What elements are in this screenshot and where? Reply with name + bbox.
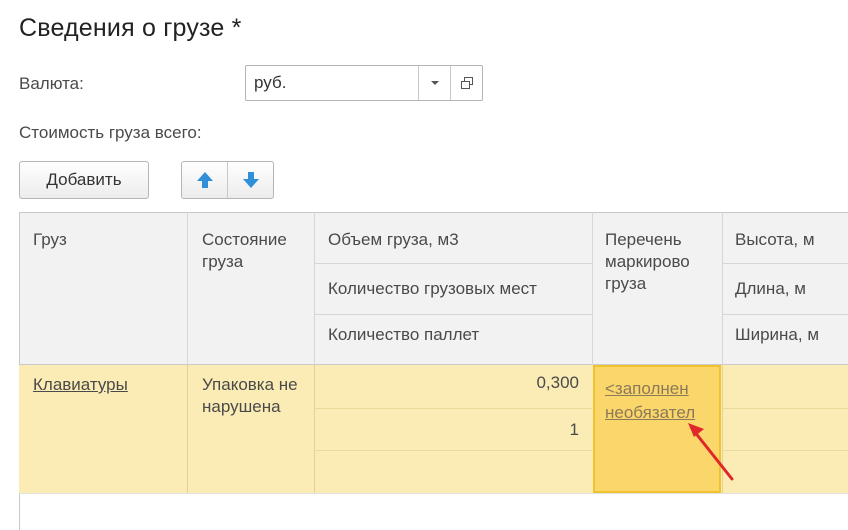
cargo-volume[interactable]: 0,300 <box>319 372 579 394</box>
move-down-button[interactable] <box>227 162 273 198</box>
dropdown-arrow-icon[interactable] <box>418 66 450 100</box>
header-volume[interactable]: Объем груза, м3 <box>328 229 459 251</box>
page-title: Сведения о грузе * <box>19 14 242 42</box>
add-button[interactable]: Добавить <box>19 161 149 199</box>
cargo-info-form: Сведения о грузе * Валюта: руб. Стоимост… <box>0 0 848 530</box>
header-length[interactable]: Длина, м <box>735 278 806 300</box>
currency-label: Валюта: <box>19 74 84 93</box>
header-width[interactable]: Ширина, м <box>735 324 819 346</box>
table-empty-area[interactable] <box>19 493 848 530</box>
move-buttons <box>181 161 274 199</box>
header-state[interactable]: Состояние груза <box>202 229 307 273</box>
annotation-arrow-icon <box>688 423 734 481</box>
currency-field[interactable]: руб. <box>245 65 483 101</box>
marking-link-line1: <заполнен <box>605 379 689 398</box>
total-cost-label: Стоимость груза всего: <box>19 123 202 142</box>
currency-value[interactable]: руб. <box>246 66 418 100</box>
header-marking[interactable]: Перечень маркирово груза <box>605 229 717 295</box>
arrow-down-icon <box>242 172 259 188</box>
header-places[interactable]: Количество грузовых мест <box>328 278 537 300</box>
cargo-places[interactable]: 1 <box>319 419 579 441</box>
header-cargo[interactable]: Груз <box>33 229 67 251</box>
cargo-link[interactable]: Клавиатуры <box>33 374 128 396</box>
cargo-state[interactable]: Упаковка не нарушена <box>202 374 302 418</box>
arrow-up-icon <box>196 172 213 188</box>
open-form-icon[interactable] <box>450 66 482 100</box>
header-height[interactable]: Высота, м <box>735 229 815 251</box>
header-pallets[interactable]: Количество паллет <box>328 324 479 346</box>
move-up-button[interactable] <box>182 162 227 198</box>
